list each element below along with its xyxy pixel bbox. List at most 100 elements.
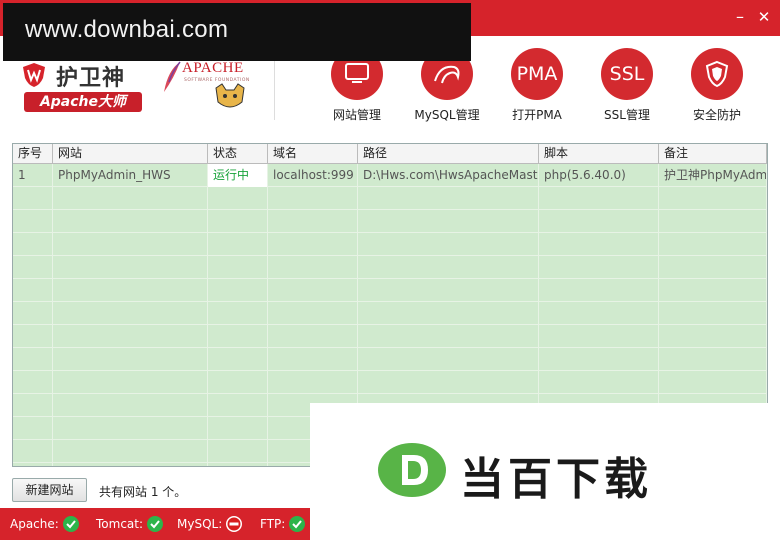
cell-index: 1 (13, 164, 53, 187)
empty-cell (53, 463, 208, 466)
table-row[interactable]: 1 PhpMyAdmin_HWS 运行中 localhost:999 D:\Hw… (13, 164, 767, 187)
empty-cell (53, 233, 208, 256)
empty-cell (268, 279, 358, 302)
empty-row (13, 302, 767, 325)
table-header: 序号 网站 状态 域名 路径 脚本 备注 (13, 144, 767, 164)
close-button[interactable]: ✕ (752, 6, 776, 28)
shield-icon (691, 48, 743, 100)
empty-cell (358, 325, 539, 348)
empty-cell (13, 371, 53, 394)
empty-cell (358, 279, 539, 302)
empty-cell (208, 233, 268, 256)
empty-cell (208, 325, 268, 348)
cell-note: 护卫神PhpMyAdm (659, 164, 767, 187)
empty-cell (539, 302, 659, 325)
status-label: Tomcat: (96, 517, 144, 531)
empty-cell (358, 302, 539, 325)
cell-script: php(5.6.40.0) (539, 164, 659, 187)
empty-cell (208, 417, 268, 440)
brand-badge: Apache大师 (24, 92, 142, 112)
status-label: MySQL: (177, 517, 223, 531)
cell-domain: localhost:999 (268, 164, 358, 187)
empty-cell (539, 210, 659, 233)
empty-cell (268, 302, 358, 325)
empty-cell (53, 325, 208, 348)
column-header[interactable]: 域名 (268, 144, 358, 164)
toolbar-label: 安全防护 (692, 108, 741, 122)
column-header[interactable]: 备注 (659, 144, 767, 164)
empty-cell (13, 348, 53, 371)
empty-cell (659, 279, 767, 302)
cell-path: D:\Hws.com\HwsApacheMaste (358, 164, 539, 187)
empty-cell (539, 371, 659, 394)
empty-cell (53, 417, 208, 440)
cell-status: 运行中 (208, 164, 268, 187)
empty-cell (268, 233, 358, 256)
empty-cell (208, 302, 268, 325)
empty-row (13, 325, 767, 348)
empty-cell (659, 233, 767, 256)
empty-cell (358, 233, 539, 256)
empty-cell (659, 325, 767, 348)
empty-cell (53, 302, 208, 325)
empty-cell (268, 256, 358, 279)
empty-row (13, 348, 767, 371)
empty-cell (53, 440, 208, 463)
empty-cell (53, 279, 208, 302)
empty-cell (13, 210, 53, 233)
status-ftp: FTP: (260, 516, 306, 532)
status-tomcat: Tomcat: (96, 516, 164, 532)
column-header[interactable]: 脚本 (539, 144, 659, 164)
column-header[interactable]: 路径 (358, 144, 539, 164)
empty-row (13, 371, 767, 394)
empty-cell (208, 394, 268, 417)
empty-row (13, 187, 767, 210)
empty-cell (358, 210, 539, 233)
empty-cell (13, 325, 53, 348)
empty-cell (268, 348, 358, 371)
new-site-button[interactable]: 新建网站 (12, 478, 87, 502)
empty-cell (13, 233, 53, 256)
empty-cell (268, 371, 358, 394)
empty-cell (358, 256, 539, 279)
watermark-text: 当百下载 (460, 454, 652, 505)
toolbar-ssl-manage[interactable]: SSL SSL管理 (591, 48, 663, 123)
empty-cell (539, 233, 659, 256)
empty-row (13, 233, 767, 256)
empty-cell (53, 210, 208, 233)
empty-cell (659, 187, 767, 210)
toolbar-label: 网站管理 (332, 108, 381, 122)
column-header[interactable]: 网站 (53, 144, 208, 164)
empty-cell (659, 210, 767, 233)
empty-cell (53, 371, 208, 394)
empty-cell (13, 187, 53, 210)
apache-feather-icon (164, 61, 181, 92)
empty-cell (539, 187, 659, 210)
minimize-button[interactable]: – (728, 6, 752, 28)
status-apache: Apache: (10, 516, 79, 532)
toolbar-security[interactable]: 安全防护 (681, 48, 753, 123)
empty-cell (268, 210, 358, 233)
empty-cell (13, 440, 53, 463)
toolbar-open-pma[interactable]: PMA 打开PMA (501, 48, 573, 123)
empty-cell (53, 256, 208, 279)
pma-icon: PMA (511, 48, 563, 100)
empty-cell (659, 348, 767, 371)
shield-logo-icon (23, 63, 45, 87)
column-header[interactable]: 状态 (208, 144, 268, 164)
tomcat-icon (215, 83, 245, 108)
brand-name: 护卫神 (56, 66, 126, 91)
app-logo: 护卫神 Apache大师 APACHE SOFTWARE FOUNDATION (18, 56, 288, 136)
watermark-panel: 当百下载 (310, 403, 780, 540)
empty-cell (208, 187, 268, 210)
watermark-url: www.downbai.com (3, 3, 471, 61)
empty-cell (13, 463, 53, 466)
column-header[interactable]: 序号 (13, 144, 53, 164)
empty-cell (13, 279, 53, 302)
status-mysql: MySQL: (177, 516, 243, 532)
empty-cell (358, 187, 539, 210)
empty-cell (53, 187, 208, 210)
empty-cell (268, 187, 358, 210)
empty-cell (659, 302, 767, 325)
toolbar-label: MySQL管理 (414, 108, 480, 122)
